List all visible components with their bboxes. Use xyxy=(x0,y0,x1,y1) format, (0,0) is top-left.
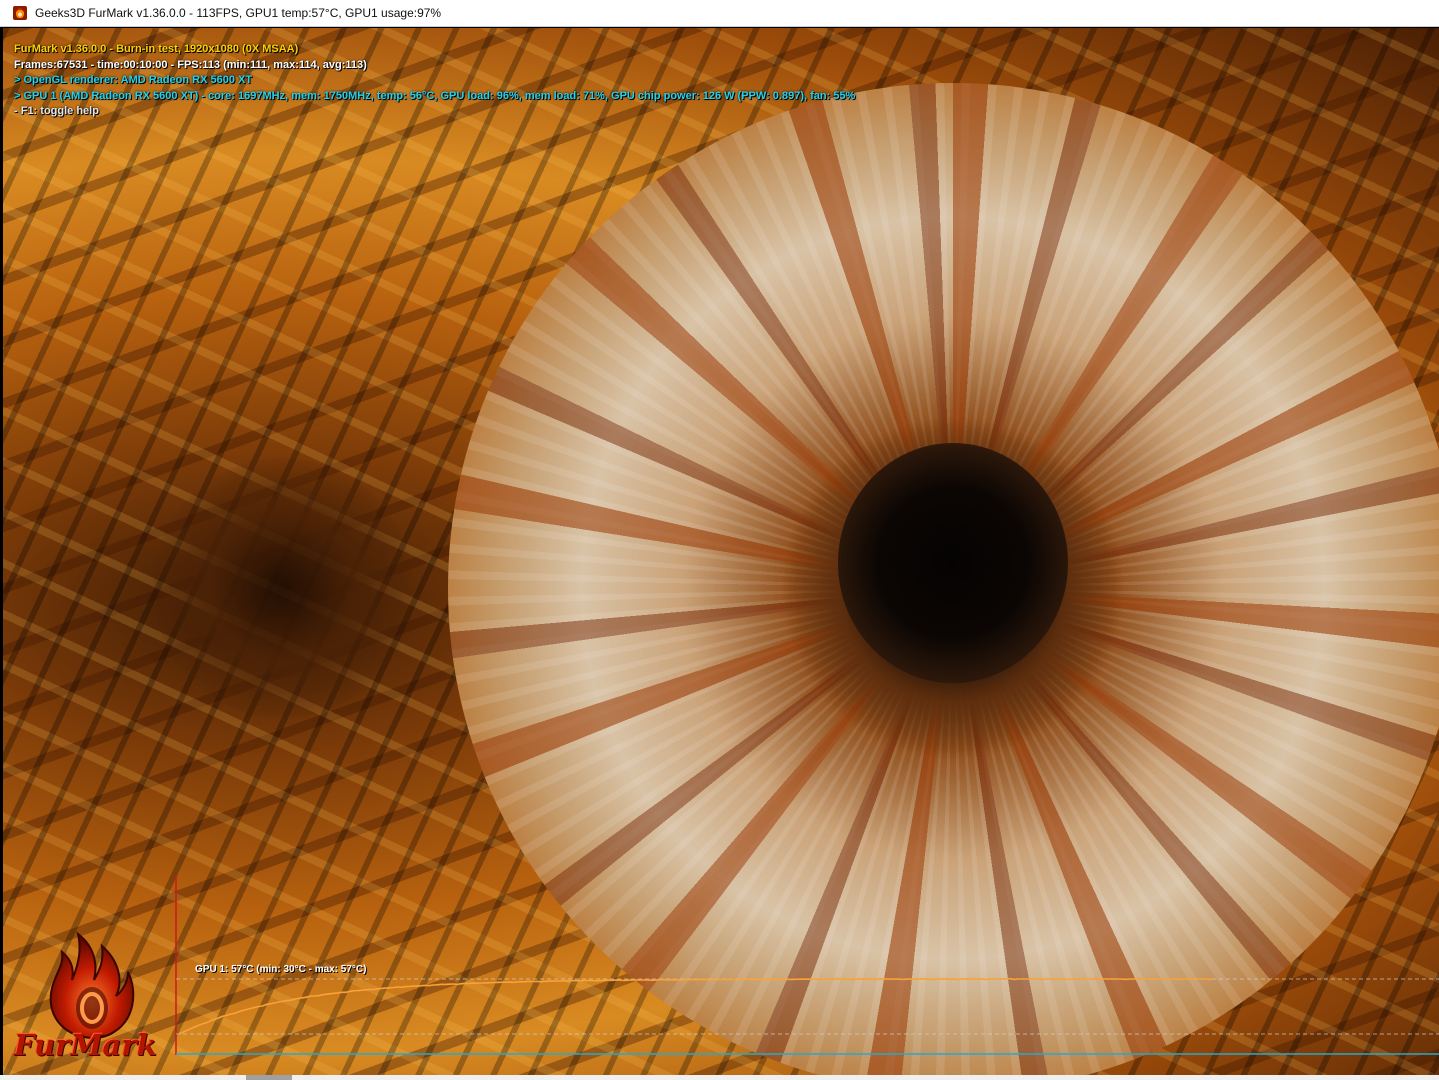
overlay-line-help: - F1: toggle help xyxy=(14,105,99,117)
title-bar[interactable]: Geeks3D FurMark v1.36.0.0 - 113FPS, GPU1… xyxy=(0,0,1439,27)
scrollbar-thumb[interactable] xyxy=(246,1075,292,1080)
fur-donut-center xyxy=(838,443,1068,683)
temperature-graph-svg xyxy=(175,875,1439,1055)
furmark-logo: FurMark xyxy=(14,928,164,1068)
overlay-line-benchmark: FurMark v1.36.0.0 - Burn-in test, 1920x1… xyxy=(14,43,299,55)
overlay-line-frames: Frames:67531 - time:00:10:00 - FPS:113 (… xyxy=(14,58,367,71)
temperature-graph: GPU 1: 57°C (min: 30°C - max: 57°C) xyxy=(173,845,1439,1057)
window-title: Geeks3D FurMark v1.36.0.0 - 113FPS, GPU1… xyxy=(35,6,442,20)
overlay-line-renderer: > OpenGL renderer: AMD Radeon RX 5600 XT xyxy=(14,74,253,86)
temperature-line xyxy=(178,977,1214,1035)
overlay-line-gpu-stats: > GPU 1 (AMD Radeon RX 5600 XT) - core: … xyxy=(14,89,856,102)
stats-overlay: FurMark v1.36.0.0 - Burn-in test, 1920x1… xyxy=(14,42,855,120)
furmark-window: Geeks3D FurMark v1.36.0.0 - 113FPS, GPU1… xyxy=(0,0,1439,1080)
horizontal-scrollbar[interactable] xyxy=(0,1075,1439,1080)
furmark-app-icon[interactable] xyxy=(13,6,27,20)
temperature-graph-label: GPU 1: 57°C (min: 30°C - max: 57°C) xyxy=(195,964,367,975)
logo-text: FurMark xyxy=(14,1028,157,1062)
flame-icon xyxy=(49,931,135,1040)
